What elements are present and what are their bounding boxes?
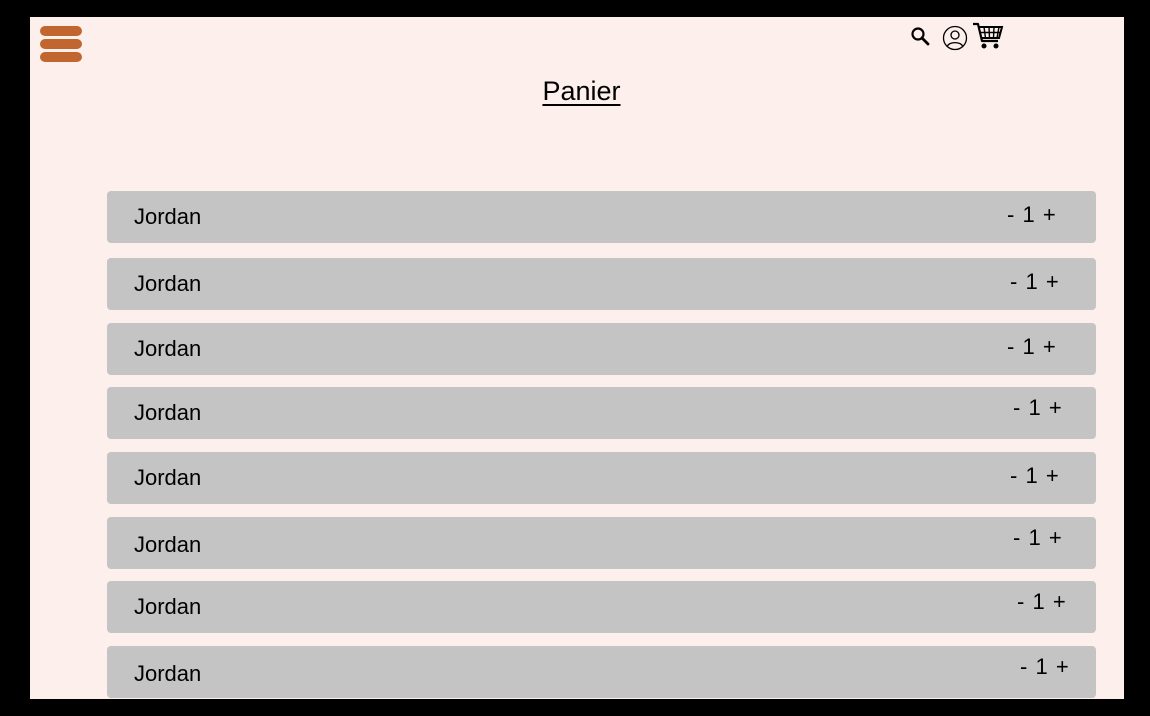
quantity-value: 1 [1022,202,1035,227]
user-icon[interactable] [942,25,968,51]
quantity-stepper: - 1 + [1008,256,1061,308]
increase-quantity-button[interactable]: + [1041,189,1058,241]
cart-item-name: Jordan [134,594,202,619]
quantity-stepper: - 1 + [1018,641,1071,693]
quantity-value: 1 [1025,463,1038,488]
quantity-value: 1 [1028,395,1041,420]
quantity-value: 1 [1032,589,1045,614]
menu-bar [40,52,82,62]
cart-item-row: Jordan - 1 + [107,191,1096,243]
cart-item-row: Jordan - 1 + [107,452,1096,504]
app-window: Panier Jordan - 1 + Jordan - 1 + Jordan … [30,17,1124,699]
decrease-quantity-button[interactable]: - [1005,321,1016,373]
menu-bar [40,39,82,49]
cart-item-row: Jordan - 1 + [107,387,1096,439]
cart-icon[interactable] [972,21,1004,51]
quantity-stepper: - 1 + [1005,189,1058,241]
quantity-value: 1 [1028,525,1041,550]
decrease-quantity-button[interactable]: - [1011,382,1022,434]
cart-item-name: Jordan [134,465,202,490]
cart-item-name: Jordan [134,271,202,296]
increase-quantity-button[interactable]: + [1047,512,1064,564]
cart-item-row: Jordan - 1 + [107,323,1096,375]
cart-item-name: Jordan [134,336,202,361]
decrease-quantity-button[interactable]: - [1011,512,1022,564]
decrease-quantity-button[interactable]: - [1018,641,1029,693]
quantity-value: 1 [1035,654,1048,679]
search-icon[interactable] [910,26,932,48]
quantity-stepper: - 1 + [1011,512,1064,564]
quantity-value: 1 [1025,269,1038,294]
quantity-value: 1 [1022,334,1035,359]
increase-quantity-button[interactable]: + [1047,382,1064,434]
quantity-stepper: - 1 + [1011,382,1064,434]
menu-bar [40,26,82,36]
quantity-stepper: - 1 + [1008,450,1061,502]
cart-item-row: Jordan - 1 + [107,258,1096,310]
decrease-quantity-button[interactable]: - [1005,189,1016,241]
cart-item-name: Jordan [134,532,202,557]
increase-quantity-button[interactable]: + [1051,576,1068,628]
cart-item-name: Jordan [134,400,202,425]
decrease-quantity-button[interactable]: - [1008,256,1019,308]
increase-quantity-button[interactable]: + [1044,256,1061,308]
decrease-quantity-button[interactable]: - [1015,576,1026,628]
cart-item-row: Jordan - 1 + [107,517,1096,569]
page-title: Panier [542,76,621,106]
quantity-stepper: - 1 + [1005,321,1058,373]
increase-quantity-button[interactable]: + [1054,641,1071,693]
increase-quantity-button[interactable]: + [1044,450,1061,502]
increase-quantity-button[interactable]: + [1041,321,1058,373]
quantity-stepper: - 1 + [1015,576,1068,628]
cart-item-row: Jordan - 1 + [107,646,1096,698]
decrease-quantity-button[interactable]: - [1008,450,1019,502]
cart-item-row: Jordan - 1 + [107,581,1096,633]
cart-item-name: Jordan [134,661,202,686]
hamburger-menu-icon[interactable] [40,26,82,62]
cart-item-name: Jordan [134,204,202,229]
